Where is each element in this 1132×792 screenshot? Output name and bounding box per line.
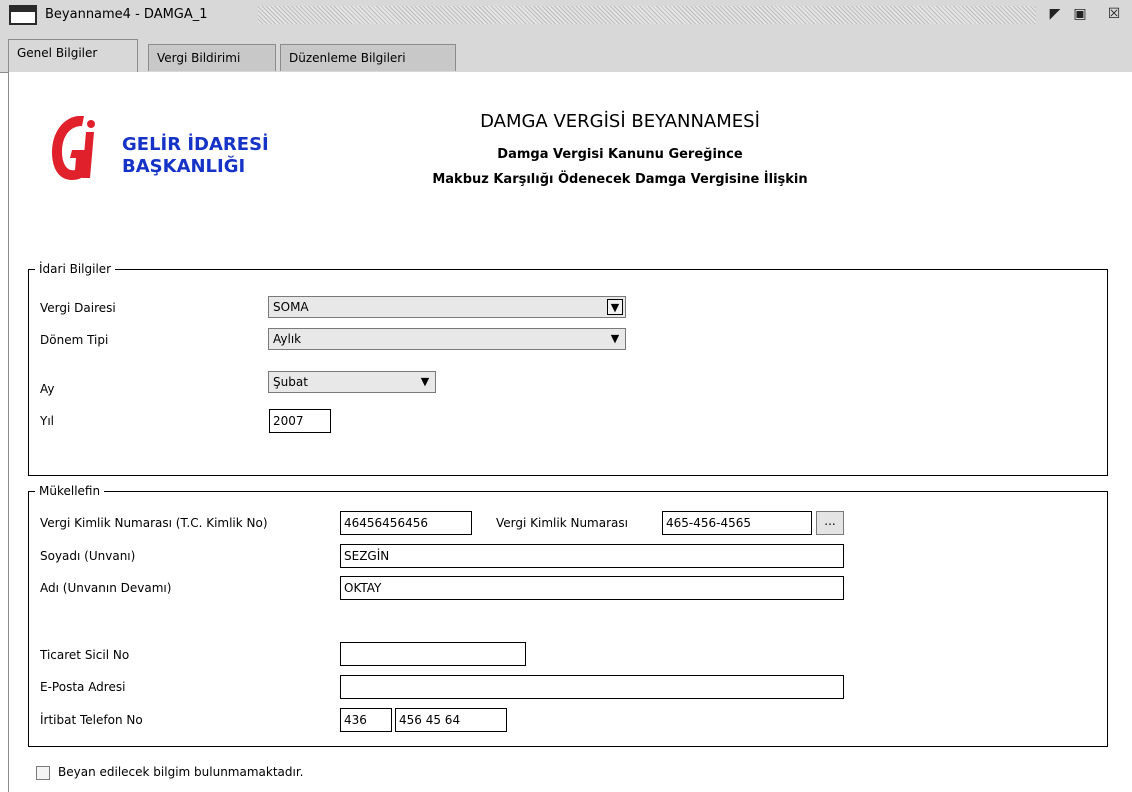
maximize-icon[interactable]: ▣ [1072, 6, 1088, 22]
window-icon [9, 5, 37, 25]
adi-label: Adı (Unvanın Devamı) [40, 581, 172, 595]
title-bar: Beyanname4 - DAMGA_1 ◤ ▣ ☒ [0, 0, 1132, 31]
tab-duzenleme-bilgileri[interactable]: Düzenleme Bilgileri [280, 44, 456, 71]
ticaret-sicil-input[interactable] [340, 642, 526, 666]
yil-label: Yıl [40, 414, 54, 428]
tab-label: Genel Bilgiler [17, 46, 98, 60]
idari-bilgiler-legend: İdari Bilgiler [39, 262, 112, 276]
vergi-dairesi-label: Vergi Dairesi [40, 301, 116, 315]
donem-tipi-label: Dönem Tipi [40, 333, 109, 347]
yil-input[interactable]: 2007 [269, 409, 331, 433]
donem-tipi-select[interactable]: Aylık ▼ [268, 328, 626, 350]
title-bar-pattern [258, 6, 1036, 24]
beyan-checkbox[interactable] [36, 766, 50, 780]
ticaret-sicil-label: Ticaret Sicil No [40, 648, 130, 662]
tckn-label: Vergi Kimlik Numarası (T.C. Kimlik No) [40, 516, 268, 530]
window-title: Beyanname4 - DAMGA_1 [45, 7, 208, 22]
soyadi-input[interactable]: SEZGİN [340, 544, 844, 568]
ay-label: Ay [40, 382, 55, 396]
telefon-code-input[interactable]: 436 [340, 708, 392, 732]
mukellefin-legend: Mükellefin [39, 484, 101, 498]
vergi-dairesi-value: SOMA [273, 300, 309, 314]
beyan-checkbox-label[interactable]: Beyan edilecek bilgim bulunmamaktadır. [58, 765, 303, 779]
tab-label: Vergi Bildirimi [157, 51, 241, 65]
vkn-label: Vergi Kimlik Numarası [496, 516, 628, 530]
telefon-number-input[interactable]: 456 45 64 [395, 708, 507, 732]
close-icon[interactable]: ☒ [1106, 6, 1122, 22]
adi-input[interactable]: OKTAY [340, 576, 844, 600]
eposta-input[interactable] [340, 675, 844, 699]
eposta-label: E-Posta Adresi [40, 680, 126, 694]
restore-icon[interactable]: ◤ [1047, 6, 1063, 22]
telefon-label: İrtibat Telefon No [40, 713, 143, 727]
idari-bilgiler-group: İdari Bilgiler [28, 262, 1108, 476]
tab-genel-bilgiler[interactable]: Genel Bilgiler [8, 39, 138, 72]
tckn-input[interactable]: 46456456456 [340, 511, 472, 535]
ay-value: Şubat [273, 375, 308, 389]
soyadi-label: Soyadı (Unvanı) [40, 549, 136, 563]
gib-logo-icon [52, 116, 95, 180]
form-title: DAMGA VERGİSİ BEYANNAMESİ [480, 111, 760, 132]
form-subtitle-1: Damga Vergisi Kanunu Gereğince [497, 147, 743, 162]
vkn-input[interactable]: 465-456-4565 [662, 511, 812, 535]
donem-tipi-value: Aylık [273, 332, 302, 346]
logo-line-1: GELİR İDARESİ [122, 134, 269, 155]
chevron-down-icon[interactable]: ▼ [607, 331, 623, 347]
form-subtitle-2: Makbuz Karşılığı Ödenecek Damga Vergisin… [432, 172, 808, 187]
vergi-dairesi-select[interactable]: SOMA ▼ [268, 296, 626, 318]
tab-vergi-bildirimi[interactable]: Vergi Bildirimi [148, 44, 276, 71]
ay-select[interactable]: Şubat ▼ [268, 371, 436, 393]
chevron-down-icon[interactable]: ▼ [607, 299, 623, 315]
vkn-lookup-button[interactable]: ... [816, 511, 844, 535]
gib-logo-text: GELİR İDARESİ BAŞKANLIĞI [122, 134, 269, 178]
logo-line-2: BAŞKANLIĞI [122, 156, 246, 177]
chevron-down-icon[interactable]: ▼ [417, 374, 433, 390]
tab-label: Düzenleme Bilgileri [289, 51, 406, 65]
